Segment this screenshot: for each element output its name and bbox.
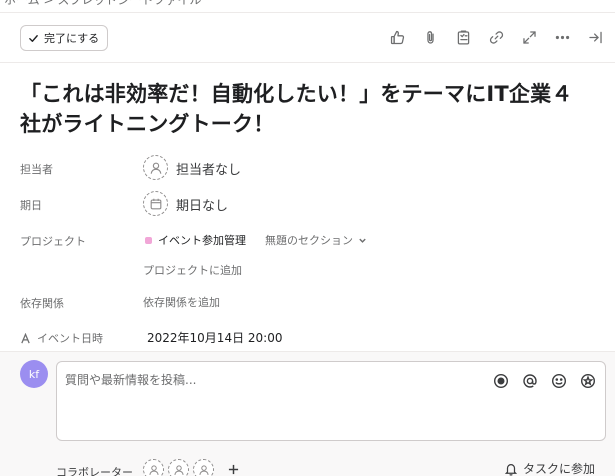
task-toolbar: 完了にする (0, 12, 615, 63)
collaborator-avatar[interactable] (193, 459, 214, 476)
join-task-label: タスクに参加 (522, 462, 595, 476)
bell-icon (504, 463, 518, 476)
attachment-icon[interactable] (420, 27, 440, 47)
assignee-avatar-icon[interactable] (143, 155, 168, 180)
due-date-value[interactable]: 期日なし (176, 195, 228, 214)
add-to-project-link[interactable]: プロジェクトに追加 (143, 262, 242, 278)
collaborator-avatar[interactable] (168, 459, 189, 476)
more-icon[interactable] (552, 27, 572, 47)
subtask-icon[interactable] (453, 27, 473, 47)
project-label: プロジェクト (20, 235, 86, 248)
section-dropdown[interactable]: 無題のセクション (265, 232, 367, 248)
breadcrumb[interactable]: ホーム > スプレッドシートファイル (0, 0, 615, 9)
collaborators-label: コラボレーター (56, 466, 133, 476)
comment-placeholder: 質問や最新情報を投稿... (65, 373, 197, 387)
calendar-icon[interactable] (143, 191, 168, 216)
toolbar-actions (387, 27, 605, 47)
record-icon[interactable] (492, 372, 509, 389)
collaborator-avatar[interactable] (143, 459, 164, 476)
section-name: 無題のセクション (265, 234, 353, 247)
mention-icon[interactable] (521, 372, 538, 389)
event-date-value[interactable]: 2022年10月14日 20:00 (147, 329, 282, 346)
emoji-icon[interactable] (550, 372, 567, 389)
mark-complete-label: 完了にする (44, 33, 100, 45)
due-date-label: 期日 (20, 199, 42, 212)
mark-complete-button[interactable]: 完了にする (20, 25, 109, 51)
project-color-icon (145, 236, 152, 244)
join-task-button[interactable]: タスクに参加 (504, 460, 595, 476)
comment-input[interactable]: 質問や最新情報を投稿... (56, 361, 606, 441)
comment-section: kf 質問や最新情報を投稿... コラボレーター タスクに参加 (0, 351, 615, 476)
like-icon[interactable] (387, 27, 407, 47)
project-row: イベント参加管理 無題のセクション (145, 232, 367, 248)
project-name[interactable]: イベント参加管理 (158, 232, 246, 248)
dependency-label: 依存関係 (20, 297, 64, 310)
text-field-icon (21, 332, 30, 343)
event-date-label: イベント日時 (20, 330, 103, 346)
collaborator-avatars (143, 459, 242, 476)
checkmark-icon (29, 34, 38, 42)
add-dependency-link[interactable]: 依存関係を追加 (143, 294, 220, 310)
task-title[interactable]: 「これは非効率だ！自動化したい！」をテーマにIT企業４社がライトニングトーク！ (20, 79, 590, 139)
add-collaborator-icon[interactable] (224, 461, 242, 476)
assignee-value[interactable]: 担当者なし (176, 159, 241, 178)
assignee-label: 担当者 (20, 163, 53, 176)
comment-tools (492, 372, 596, 389)
star-icon[interactable] (579, 372, 596, 389)
link-icon[interactable] (486, 27, 506, 47)
chevron-down-icon (359, 238, 366, 243)
close-pane-icon[interactable] (585, 27, 605, 47)
user-avatar: kf (20, 360, 48, 388)
expand-icon[interactable] (519, 27, 539, 47)
event-date-label-text: イベント日時 (37, 332, 103, 345)
